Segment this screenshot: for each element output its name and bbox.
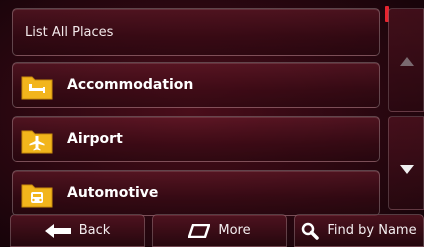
category-item-airport[interactable]: Airport <box>12 116 380 162</box>
bed-icon <box>21 76 53 100</box>
car-icon <box>21 184 53 208</box>
back-button[interactable]: Back <box>10 214 145 247</box>
more-icon <box>188 223 211 238</box>
bottom-toolbar: Back More Find by Name <box>0 214 424 247</box>
category-item-accommodation[interactable]: Accommodation <box>12 62 380 108</box>
category-label: Accommodation <box>67 77 194 93</box>
back-label: Back <box>78 223 111 238</box>
category-label: Automotive <box>67 185 159 201</box>
find-by-name-label: Find by Name <box>327 223 417 238</box>
more-label: More <box>218 223 251 238</box>
list-all-places-label: List All Places <box>25 25 114 40</box>
chevron-up-icon <box>400 57 414 66</box>
list-all-places-item[interactable]: List All Places <box>12 8 380 56</box>
scroll-up-button[interactable] <box>388 8 424 112</box>
airplane-icon <box>21 130 53 154</box>
arrow-left-icon <box>44 223 71 238</box>
chevron-down-icon <box>400 165 414 174</box>
category-label: Airport <box>67 131 123 147</box>
search-icon <box>302 222 320 240</box>
find-by-name-button[interactable]: Find by Name <box>294 214 424 247</box>
scroll-down-button[interactable] <box>388 116 424 210</box>
scrollbar <box>388 0 424 210</box>
more-button[interactable]: More <box>152 214 287 247</box>
category-item-automotive[interactable]: Automotive <box>12 170 380 216</box>
